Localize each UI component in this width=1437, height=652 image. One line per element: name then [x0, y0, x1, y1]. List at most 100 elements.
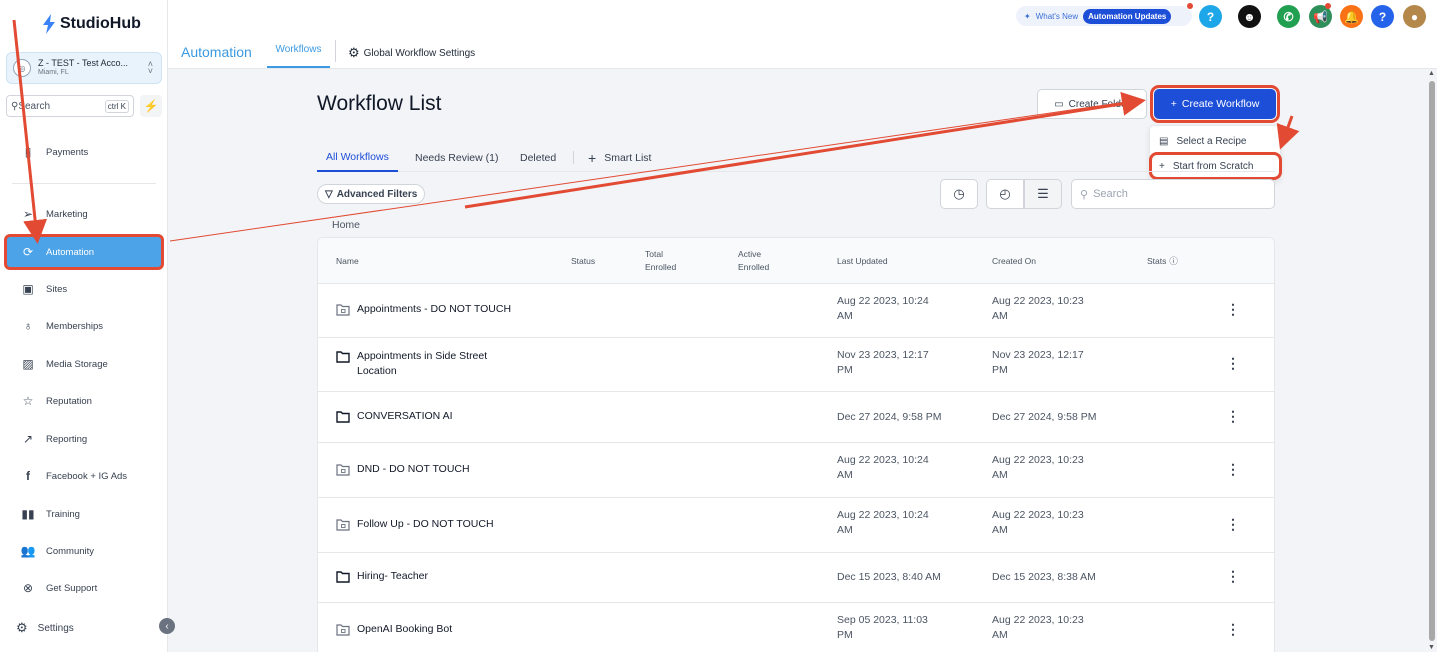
support-help-icon[interactable]: ? — [1371, 5, 1394, 28]
row-actions-kebab-icon[interactable]: ⋮ — [1226, 568, 1240, 585]
sidebar-item-get-support[interactable]: ⊗ Get Support — [6, 572, 162, 604]
scrollbar-thumb[interactable] — [1429, 81, 1435, 641]
page-title: Workflow List — [317, 92, 442, 115]
row-actions-kebab-icon[interactable]: ⋮ — [1226, 461, 1240, 478]
created-on-cell: Aug 22 2023, 10:23 AM — [992, 613, 1122, 643]
sidebar-item-settings[interactable]: ⚙ Settings — [16, 620, 74, 636]
whats-new-button[interactable]: ✦ What's New Automation Updates — [1016, 6, 1192, 26]
table-row[interactable]: OpenAI Booking Bot Sep 05 2023, 11:03 PM Au… — [318, 603, 1274, 652]
breadcrumb[interactable]: Home — [332, 219, 360, 231]
workflow-name-cell[interactable]: Follow Up - DO NOT TOUCH — [336, 517, 494, 532]
header-stats-label: Stats — [1147, 256, 1167, 266]
sidebar-item-marketing[interactable]: ➢ Marketing — [6, 198, 162, 230]
last-updated-line1: Aug 22 2023, 10:24 — [837, 454, 929, 466]
workflow-name-cell[interactable]: Appointments - DO NOT TOUCH — [336, 302, 511, 317]
help-icon[interactable]: ? — [1199, 5, 1222, 28]
workflow-name-cell[interactable]: CONVERSATION AI — [336, 409, 453, 424]
row-actions-kebab-icon[interactable]: ⋮ — [1226, 408, 1240, 425]
create-workflow-button[interactable]: + Create Workflow — [1150, 85, 1280, 123]
table-row[interactable]: Hiring- Teacher Dec 15 2023, 8:40 AM Dec 1… — [318, 553, 1274, 603]
last-updated-cell: Dec 27 2024, 9:58 PM — [837, 410, 967, 425]
workflow-name: Follow Up - DO NOT TOUCH — [357, 517, 494, 532]
folder-icon — [336, 351, 350, 363]
sidebar-item-label: Training — [46, 508, 80, 520]
plus-icon: + — [1170, 98, 1177, 110]
sidebar-item-automation[interactable]: ⟳ Automation — [4, 234, 164, 270]
collapse-sidebar-button[interactable]: ‹ — [159, 618, 175, 634]
create-folder-button[interactable]: ▭ Create Folder — [1037, 89, 1147, 119]
sidebar-item-label: Get Support — [46, 582, 98, 594]
sidebar-item-label: Facebook + IG Ads — [46, 470, 128, 482]
sidebar-item-label: Automation — [46, 246, 95, 258]
workflow-name: Appointments in Side Street Location — [357, 349, 487, 379]
sidebar-item-memberships[interactable]: ♁ Memberships — [6, 310, 162, 342]
bot-icon[interactable]: ☻ — [1238, 5, 1261, 28]
global-workflow-settings-link[interactable]: ⚙ Global Workflow Settings — [348, 45, 475, 61]
global-workflow-settings-label: Global Workflow Settings — [363, 47, 476, 59]
sidebar-item-sites[interactable]: ▣ Sites — [6, 273, 162, 305]
row-actions-kebab-icon[interactable]: ⋮ — [1226, 621, 1240, 638]
sidebar-item-community[interactable]: 👥 Community — [6, 535, 162, 567]
sidebar-item-payments[interactable]: ▯ Payments — [6, 136, 162, 168]
last-updated-line1: Dec 27 2024, 9:58 PM — [837, 410, 942, 423]
arrow-to-start-from-scratch — [1276, 115, 1300, 150]
table-row[interactable]: Appointments in Side Street Location Nov 2… — [318, 338, 1274, 392]
row-actions-kebab-icon[interactable]: ⋮ — [1226, 516, 1240, 533]
tab-deleted[interactable]: Deleted — [520, 143, 556, 172]
table-row[interactable]: Follow Up - DO NOT TOUCH Aug 22 2023, 10:… — [318, 498, 1274, 553]
filter-icon: ▽ — [325, 188, 333, 200]
automation-updates-pill[interactable]: Automation Updates — [1083, 8, 1172, 24]
tab-all-workflows[interactable]: All Workflows — [317, 143, 398, 172]
sidebar-item-facebook-ig-ads[interactable]: f Facebook + IG Ads — [6, 460, 162, 492]
workflow-name-cell[interactable]: Hiring- Teacher — [336, 569, 428, 584]
history-button[interactable]: ◷ — [940, 179, 978, 209]
header-name[interactable]: Name — [336, 255, 359, 268]
sidebar-item-media-storage[interactable]: ▨ Media Storage — [6, 348, 162, 380]
sidebar-item-reputation[interactable]: ☆ Reputation — [6, 385, 162, 417]
tab-needs-review[interactable]: Needs Review (1) — [415, 143, 498, 172]
user-avatar[interactable]: ● — [1403, 5, 1426, 28]
row-actions-kebab-icon[interactable]: ⋮ — [1226, 301, 1240, 318]
page-scrollbar[interactable]: ▲ ▼ — [1425, 69, 1437, 652]
table-row[interactable]: CONVERSATION AI Dec 27 2024, 9:58 PM Dec 2… — [318, 392, 1274, 443]
bell-icon[interactable]: 🔔 — [1340, 5, 1363, 28]
table-row[interactable]: DND - DO NOT TOUCH Aug 22 2023, 10:24 AM Au… — [318, 443, 1274, 498]
workflow-name-cell[interactable]: OpenAI Booking Bot — [336, 622, 452, 637]
row-actions-kebab-icon[interactable]: ⋮ — [1226, 355, 1240, 372]
header-last-updated[interactable]: Last Updated — [837, 255, 888, 268]
created-on-line2: AM — [992, 310, 1008, 322]
sidebar-search-input[interactable]: ⚲ Search ctrl K — [6, 95, 134, 117]
sidebar-item-label: Sites — [46, 283, 68, 295]
logo-text: StudioHub — [60, 15, 141, 32]
advanced-filters-button[interactable]: ▽ Advanced Filters — [317, 184, 426, 204]
list-icon: ☰ — [1037, 186, 1049, 201]
created-on-line1: Dec 27 2024, 9:58 PM — [992, 410, 1097, 423]
table-row[interactable]: Appointments - DO NOT TOUCH Aug 22 2023, … — [318, 284, 1274, 338]
folder-icon: ▭ — [1054, 98, 1064, 110]
sidebar-item-reporting[interactable]: ↗ Reporting — [6, 423, 162, 455]
header-created-on[interactable]: Created On — [992, 255, 1036, 268]
search-icon: ⚲ — [11, 100, 19, 112]
clock-view-button[interactable]: ◴ — [986, 179, 1024, 209]
sidebar-item-label: Memberships — [46, 320, 104, 332]
workflow-name-line2: Location — [357, 365, 397, 377]
list-view-button[interactable]: ☰ — [1024, 179, 1062, 209]
workflow-search-input[interactable]: ⚲ Search — [1071, 179, 1275, 209]
account-switcher[interactable]: ◎ Z - TEST - Test Acco... Miami, FL ˄ ˅ — [6, 52, 162, 84]
created-on-line1: Aug 22 2023, 10:23 — [992, 454, 1084, 466]
plus-icon: + — [588, 149, 597, 166]
studiohub-logo[interactable]: StudioHub — [42, 14, 141, 34]
sidebar-item-training[interactable]: ▮▮ Training — [6, 498, 162, 530]
create-workflow-label: Create Workflow — [1181, 98, 1260, 110]
workflow-name-cell[interactable]: DND - DO NOT TOUCH — [336, 462, 470, 477]
phone-icon[interactable]: ✆ — [1277, 5, 1300, 28]
scroll-down-icon[interactable]: ▼ — [1428, 644, 1435, 651]
last-updated-line1: Dec 15 2023, 8:40 AM — [837, 571, 941, 583]
tab-workflows[interactable]: Workflows — [267, 33, 330, 68]
quick-actions-button[interactable]: ⚡ — [140, 95, 162, 117]
tab-smart-list[interactable]: + Smart List — [588, 143, 651, 172]
workflow-name-cell[interactable]: Appointments in Side Street Location — [336, 349, 487, 379]
sidebar-item-label: Marketing — [46, 208, 88, 220]
workflow-name: DND - DO NOT TOUCH — [357, 462, 470, 477]
scroll-up-icon[interactable]: ▲ — [1428, 70, 1435, 77]
